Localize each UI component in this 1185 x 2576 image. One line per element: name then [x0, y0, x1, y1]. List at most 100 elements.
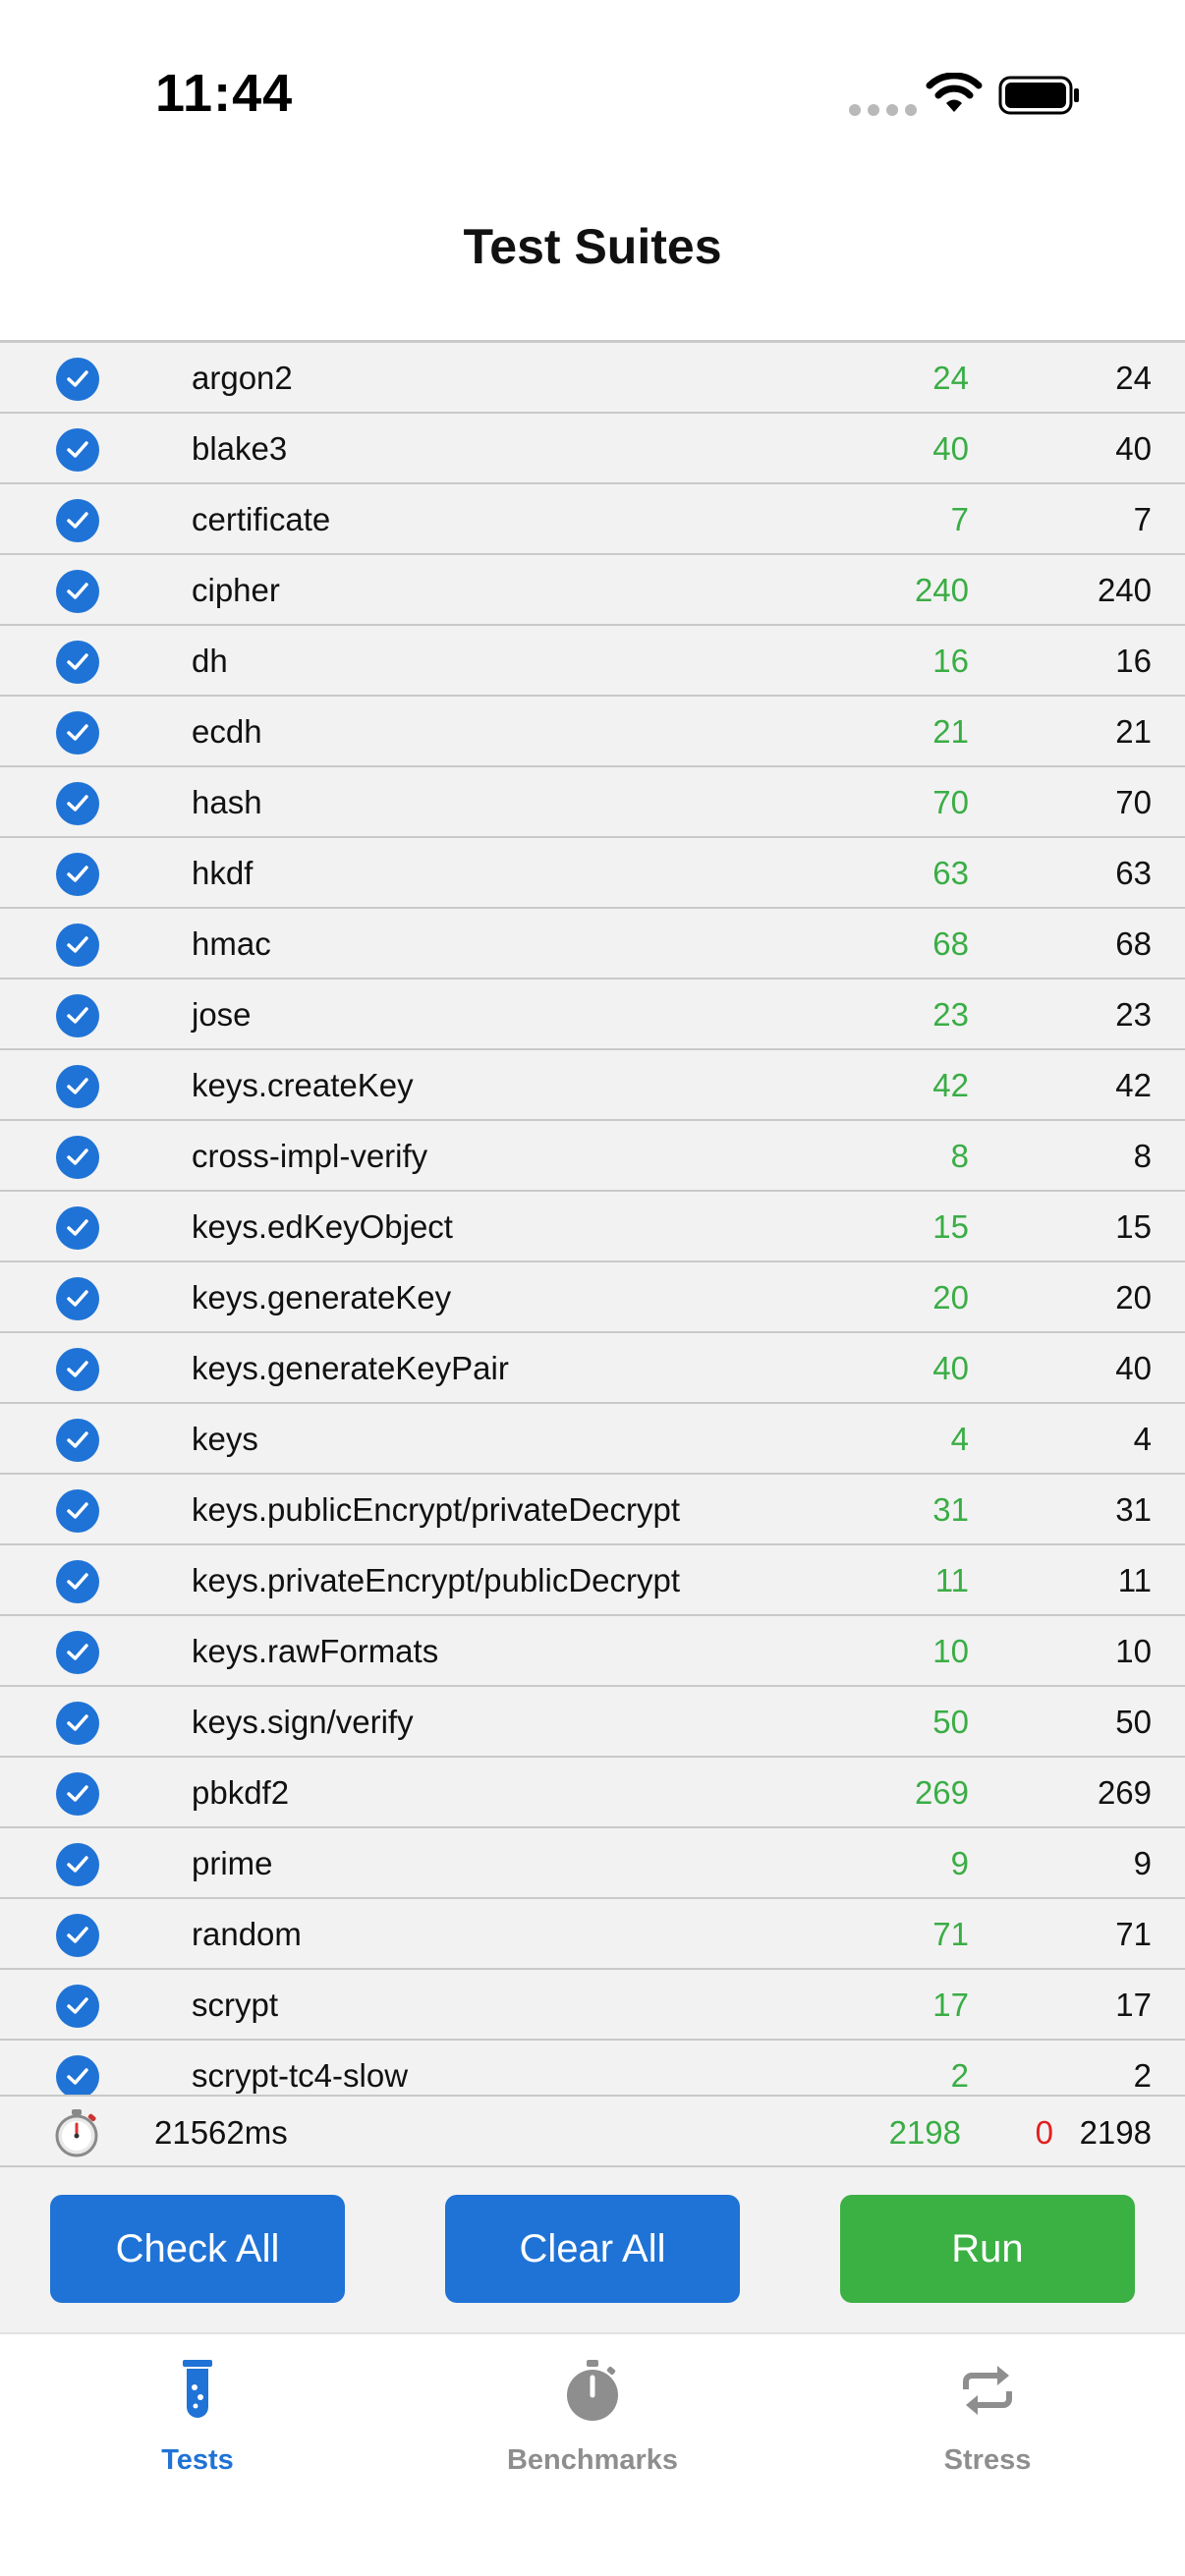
test-tube-icon	[183, 2360, 212, 2418]
suite-total-count: 40	[1115, 430, 1152, 467]
suite-passed-count: 20	[932, 1279, 969, 1316]
checkbox-checked-icon[interactable]	[56, 1348, 99, 1391]
total-test-count: 2198	[1079, 2114, 1152, 2151]
suite-total-count: 16	[1115, 643, 1152, 679]
suite-row[interactable]: jose 23 23	[0, 980, 1185, 1050]
run-button[interactable]: Run	[840, 2195, 1135, 2303]
suite-name: hmac	[192, 925, 271, 962]
suite-row[interactable]: cross-impl-verify 8 8	[0, 1121, 1185, 1192]
suite-name: keys.createKey	[192, 1067, 414, 1103]
suite-passed-count: 71	[932, 1916, 969, 1952]
checkbox-checked-icon[interactable]	[56, 1065, 99, 1108]
suite-row[interactable]: keys.sign/verify 50 50	[0, 1687, 1185, 1758]
suite-name: hkdf	[192, 855, 254, 891]
suite-row[interactable]: prime 9 9	[0, 1828, 1185, 1899]
checkbox-checked-icon[interactable]	[56, 1772, 99, 1816]
suite-name: cross-impl-verify	[192, 1138, 428, 1174]
checkbox-checked-icon[interactable]	[56, 711, 99, 755]
suite-row[interactable]: scrypt-tc4-slow 2 2	[0, 2041, 1185, 2095]
suite-row[interactable]: hash 70 70	[0, 767, 1185, 838]
checkbox-checked-icon[interactable]	[56, 428, 99, 472]
suite-passed-count: 50	[932, 1704, 969, 1740]
suite-name: keys.sign/verify	[192, 1704, 414, 1740]
checkbox-checked-icon[interactable]	[56, 924, 99, 967]
suite-total-count: 24	[1115, 360, 1152, 396]
suite-row[interactable]: hkdf 63 63	[0, 838, 1185, 909]
suite-total-count: 20	[1115, 1279, 1152, 1316]
tab-benchmarks[interactable]: Benchmarks	[395, 2334, 790, 2531]
suite-row[interactable]: keys.privateEncrypt/publicDecrypt 11 11	[0, 1545, 1185, 1616]
suite-row[interactable]: blake3 40 40	[0, 414, 1185, 484]
suite-passed-count: 17	[932, 1987, 969, 2023]
checkbox-checked-icon[interactable]	[56, 782, 99, 825]
suite-row[interactable]: keys.generateKeyPair 40 40	[0, 1333, 1185, 1404]
checkbox-checked-icon[interactable]	[56, 1702, 99, 1745]
suite-row[interactable]: keys.publicEncrypt/privateDecrypt 31 31	[0, 1475, 1185, 1545]
checkbox-checked-icon[interactable]	[56, 1277, 99, 1320]
checkbox-checked-icon[interactable]	[56, 1843, 99, 1886]
checkbox-checked-icon[interactable]	[56, 570, 99, 613]
total-failed-count: 0	[1035, 2114, 1053, 2151]
checkbox-checked-icon[interactable]	[56, 1206, 99, 1250]
suite-name: keys.publicEncrypt/privateDecrypt	[192, 1491, 681, 1528]
suite-row[interactable]: ecdh 21 21	[0, 697, 1185, 767]
stopwatch-icon	[55, 2109, 98, 2157]
suite-row[interactable]: keys.generateKey 20 20	[0, 1262, 1185, 1333]
checkbox-checked-icon[interactable]	[56, 358, 99, 401]
total-passed-count: 2198	[888, 2114, 961, 2151]
wifi-icon	[926, 73, 983, 112]
suite-total-count: 7	[1133, 501, 1152, 537]
suite-name: random	[192, 1916, 302, 1952]
suite-row[interactable]: argon2 24 24	[0, 343, 1185, 414]
suite-total-count: 63	[1115, 855, 1152, 891]
checkbox-checked-icon[interactable]	[56, 1489, 99, 1533]
suite-passed-count: 40	[932, 430, 969, 467]
checkbox-checked-icon[interactable]	[56, 499, 99, 542]
tab-stress[interactable]: Stress	[790, 2334, 1185, 2531]
checkbox-checked-icon[interactable]	[56, 1914, 99, 1957]
suite-row[interactable]: keys.rawFormats 10 10	[0, 1616, 1185, 1687]
check-all-button[interactable]: Check All	[50, 2195, 345, 2303]
suite-passed-count: 269	[914, 1774, 969, 1811]
suite-name: blake3	[192, 430, 288, 467]
suite-row[interactable]: hmac 68 68	[0, 909, 1185, 980]
battery-icon	[998, 76, 1079, 115]
checkbox-checked-icon[interactable]	[56, 641, 99, 684]
suite-passed-count: 70	[932, 784, 969, 820]
suite-name: argon2	[192, 360, 293, 396]
status-bar: 11:44	[0, 0, 1185, 187]
checkbox-checked-icon[interactable]	[56, 1631, 99, 1674]
test-suite-list[interactable]: argon2 24 24 blake3 40 40 certificate 7 7 cipher 2…	[0, 343, 1185, 2095]
suite-total-count: 71	[1115, 1916, 1152, 1952]
checkbox-checked-icon[interactable]	[56, 1419, 99, 1462]
suite-name: ecdh	[192, 713, 262, 750]
suite-row[interactable]: scrypt 17 17	[0, 1970, 1185, 2041]
checkbox-checked-icon[interactable]	[56, 853, 99, 896]
tab-bar: Tests Benchmarks Stress	[0, 2332, 1185, 2576]
checkbox-checked-icon[interactable]	[56, 1560, 99, 1603]
suite-row[interactable]: random 71 71	[0, 1899, 1185, 1970]
suite-passed-count: 31	[932, 1491, 969, 1528]
suite-total-count: 10	[1115, 1633, 1152, 1669]
suite-passed-count: 7	[950, 501, 969, 537]
suite-row[interactable]: keys.createKey 42 42	[0, 1050, 1185, 1121]
tab-tests-label: Tests	[161, 2444, 234, 2476]
suite-total-count: 4	[1133, 1421, 1152, 1457]
checkbox-checked-icon[interactable]	[56, 1985, 99, 2028]
suite-row[interactable]: cipher 240 240	[0, 555, 1185, 626]
suite-row[interactable]: keys 4 4	[0, 1404, 1185, 1475]
suite-passed-count: 4	[950, 1421, 969, 1457]
suite-row[interactable]: certificate 7 7	[0, 484, 1185, 555]
suite-name: keys.edKeyObject	[192, 1208, 453, 1245]
checkbox-checked-icon[interactable]	[56, 994, 99, 1037]
suite-row[interactable]: keys.edKeyObject 15 15	[0, 1192, 1185, 1262]
checkbox-checked-icon[interactable]	[56, 2055, 99, 2095]
suite-row[interactable]: dh 16 16	[0, 626, 1185, 697]
tab-tests[interactable]: Tests	[0, 2334, 395, 2531]
suite-name: keys.generateKey	[192, 1279, 452, 1316]
suite-row[interactable]: pbkdf2 269 269	[0, 1758, 1185, 1828]
suite-total-count: 21	[1115, 713, 1152, 750]
checkbox-checked-icon[interactable]	[56, 1136, 99, 1179]
clear-all-button[interactable]: Clear All	[445, 2195, 740, 2303]
suite-passed-count: 16	[932, 643, 969, 679]
